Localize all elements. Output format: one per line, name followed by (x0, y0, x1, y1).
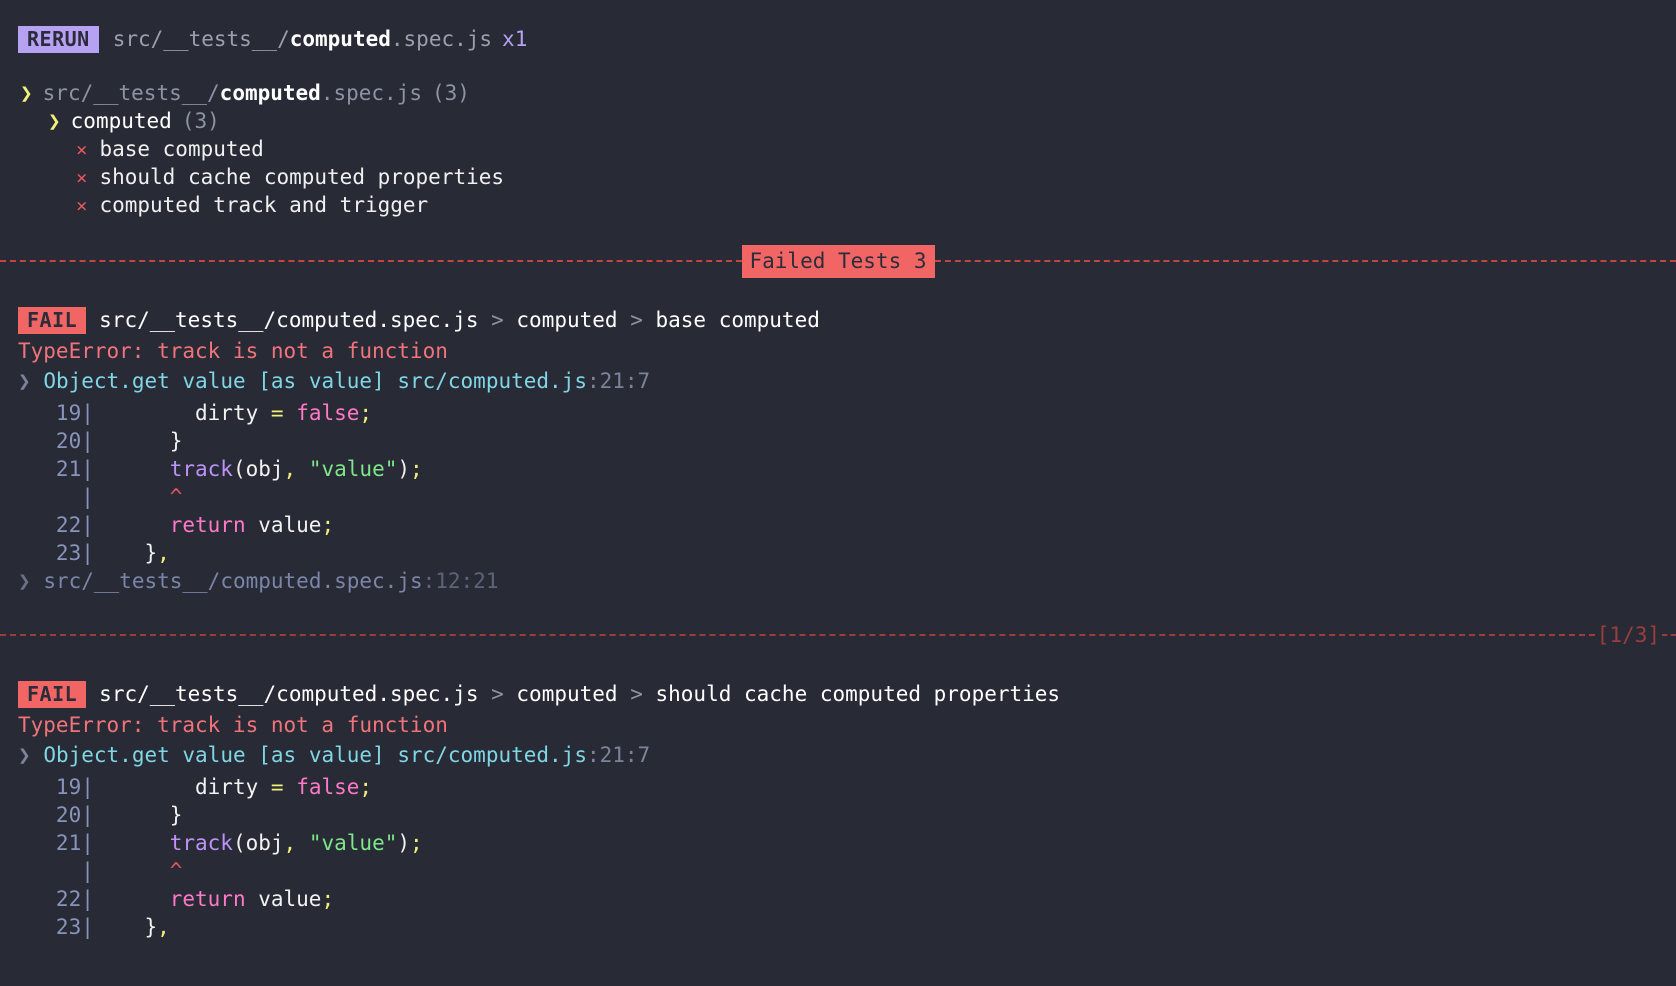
tree-test-row[interactable]: × computed track and trigger (0, 190, 1676, 218)
failure-block: FAIL src/__tests__/computed.spec.js > co… (0, 304, 1676, 596)
chevron-right-icon: ❯ (20, 81, 33, 105)
failure-suite: computed (516, 308, 618, 332)
failure-title: src/__tests__/computed.spec.js > compute… (99, 679, 1060, 709)
chevron-right-icon: ❯ (18, 743, 31, 767)
stack-frame-function: Object.get value [as value] src/computed… (43, 743, 587, 767)
failure-sep: > (617, 682, 656, 706)
stack-frame-location: :21:7 (586, 369, 651, 393)
tree-test-name: base computed (99, 137, 264, 161)
test-tree: ❯ src/__tests__/computed.spec.js (3) ❯ c… (0, 78, 1676, 218)
divider-rule (0, 634, 1595, 636)
error-message: TypeError: track is not a function (18, 713, 448, 737)
fail-cross-icon: × (76, 139, 88, 161)
tree-file-highlight: computed (219, 81, 321, 105)
tree-test-name: should cache computed properties (99, 165, 505, 189)
code-caret-line: | ^ (81, 485, 183, 509)
code-frame: 19| dirty = false; 20| } 21| track(obj, … (0, 772, 1676, 940)
chevron-right-icon: ❯ (48, 109, 61, 133)
rerun-file-path: src/__tests__/computed.spec.js (113, 24, 492, 54)
rerun-path-prefix: src/__tests__/ (112, 27, 290, 51)
tree-file-prefix: src/__tests__/ (42, 81, 220, 105)
code-line: 23| }, (18, 541, 170, 565)
stack-frame-primary[interactable]: ❯ Object.get value [as value] src/comput… (0, 740, 1676, 770)
tree-suite-row[interactable]: ❯ computed (3) (0, 106, 1676, 134)
failed-tests-label: Failed Tests 3 (741, 244, 935, 278)
fail-cross-icon: × (76, 167, 88, 189)
tree-suite-count: (3) (181, 109, 220, 133)
stack-frame-location: :12:21 (422, 569, 499, 593)
rerun-header: RERUN src/__tests__/computed.spec.js x1 (0, 22, 1676, 56)
stack-frame-primary[interactable]: ❯ Object.get value [as value] src/comput… (0, 366, 1676, 396)
vitest-terminal-output: RERUN src/__tests__/computed.spec.js x1 … (0, 0, 1676, 986)
rerun-badge: RERUN (18, 25, 99, 53)
failure-title: src/__tests__/computed.spec.js > compute… (99, 305, 820, 335)
code-line: 19| dirty = false; (18, 401, 373, 425)
failure-suite: computed (516, 682, 618, 706)
failure-header: FAIL src/__tests__/computed.spec.js > co… (0, 678, 1676, 710)
tree-file-count: (3) (431, 81, 470, 105)
tree-file-suffix: .spec.js (320, 81, 422, 105)
failure-test: should cache computed properties (655, 682, 1061, 706)
error-message: TypeError: track is not a function (18, 339, 448, 363)
failure-sep: > (617, 308, 656, 332)
tree-test-row[interactable]: × should cache computed properties (0, 162, 1676, 190)
code-frame: 19| dirty = false; 20| } 21| track(obj, … (0, 398, 1676, 566)
code-line: 21| track(obj, "value"); (18, 831, 423, 855)
stack-frame-function: Object.get value [as value] src/computed… (43, 369, 587, 393)
failure-file: src/__tests__/computed.spec.js (99, 308, 479, 332)
tree-test-row[interactable]: × base computed (0, 134, 1676, 162)
code-line: 23| }, (18, 915, 170, 939)
failure-sep: > (478, 682, 517, 706)
stack-frame-path: src/__tests__/computed.spec.js (43, 569, 423, 593)
code-line: 20| } (18, 429, 183, 453)
failure-block: FAIL src/__tests__/computed.spec.js > co… (0, 678, 1676, 940)
rerun-path-suffix: .spec.js (390, 27, 493, 51)
code-line: 22| return value; (18, 887, 335, 911)
tree-test-name: computed track and trigger (99, 193, 429, 217)
code-line: 22| return value; (18, 513, 335, 537)
rerun-path-highlight: computed (289, 27, 391, 51)
failure-header: FAIL src/__tests__/computed.spec.js > co… (0, 304, 1676, 336)
failure-file: src/__tests__/computed.spec.js (99, 682, 479, 706)
banner-rule-left (0, 260, 742, 262)
failed-tests-banner: Failed Tests 3 (0, 244, 1676, 278)
tree-suite-name: computed (70, 109, 172, 133)
failure-test: base computed (655, 308, 820, 332)
rerun-run-count: x1 (502, 27, 528, 51)
fail-badge: FAIL (18, 680, 87, 708)
stack-frame-location: :21:7 (586, 743, 651, 767)
code-caret-line: | ^ (81, 859, 183, 883)
tree-file-row[interactable]: ❯ src/__tests__/computed.spec.js (3) (0, 78, 1676, 106)
tree-file-path: src/__tests__/computed.spec.js (43, 78, 422, 108)
code-line: 20| } (18, 803, 183, 827)
fail-cross-icon: × (76, 195, 88, 217)
chevron-right-icon: ❯ (18, 569, 31, 593)
fail-badge: FAIL (18, 306, 87, 334)
code-line: 21| track(obj, "value"); (18, 457, 423, 481)
banner-rule-right (934, 260, 1676, 262)
code-line: 19| dirty = false; (18, 775, 373, 799)
stack-frame-secondary[interactable]: ❯ src/__tests__/computed.spec.js:12:21 (0, 566, 1676, 596)
failure-divider: [1/3] (0, 618, 1676, 652)
failure-counter: [1/3] (1596, 623, 1660, 647)
chevron-right-icon: ❯ (18, 369, 31, 393)
failure-sep: > (478, 308, 517, 332)
divider-rule-tail (1662, 634, 1676, 636)
